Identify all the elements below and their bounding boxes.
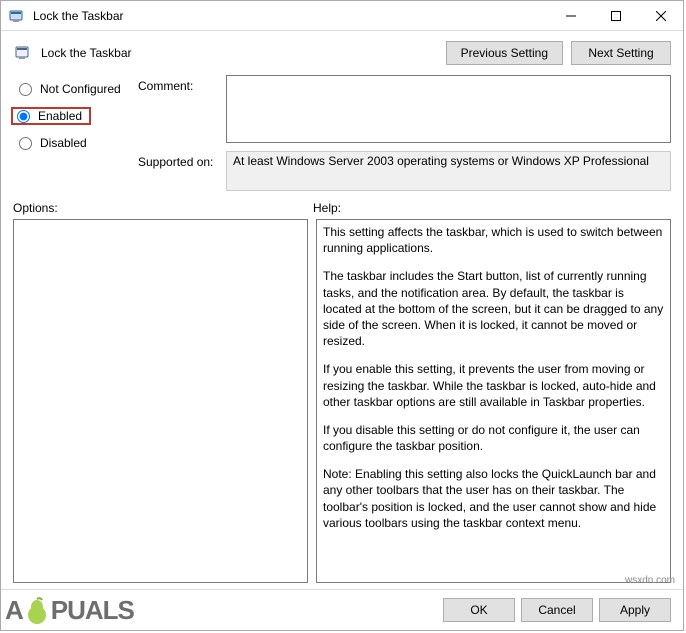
policy-name: Lock the Taskbar bbox=[41, 46, 132, 60]
cancel-button[interactable]: Cancel bbox=[521, 598, 593, 622]
radio-disabled-label: Disabled bbox=[40, 136, 87, 150]
content-area: Lock the Taskbar Previous Setting Next S… bbox=[1, 31, 683, 589]
help-paragraph: If you enable this setting, it prevents … bbox=[323, 361, 664, 410]
help-paragraph: This setting affects the taskbar, which … bbox=[323, 224, 664, 256]
close-button[interactable] bbox=[638, 1, 683, 30]
options-label: Options: bbox=[13, 201, 313, 215]
header-row: Lock the Taskbar Previous Setting Next S… bbox=[13, 41, 671, 65]
apply-button[interactable]: Apply bbox=[599, 598, 671, 622]
radio-not-configured[interactable]: Not Configured bbox=[13, 81, 128, 97]
state-radio-group: Not Configured Enabled Disabled bbox=[13, 75, 128, 191]
window-title: Lock the Taskbar bbox=[33, 9, 124, 23]
previous-setting-button[interactable]: Previous Setting bbox=[446, 41, 563, 65]
next-setting-button[interactable]: Next Setting bbox=[571, 41, 671, 65]
radio-not-configured-input[interactable] bbox=[19, 83, 32, 96]
window-controls bbox=[548, 1, 683, 30]
help-paragraph: The taskbar includes the Start button, l… bbox=[323, 268, 664, 349]
comment-label: Comment: bbox=[138, 75, 218, 93]
ok-button[interactable]: OK bbox=[443, 598, 515, 622]
app-icon bbox=[7, 6, 27, 26]
radio-disabled[interactable]: Disabled bbox=[13, 135, 128, 151]
options-panel bbox=[13, 219, 308, 583]
radio-enabled[interactable]: Enabled bbox=[11, 107, 91, 125]
radio-enabled-input[interactable] bbox=[17, 110, 30, 123]
radio-not-configured-label: Not Configured bbox=[40, 82, 121, 96]
titlebar: Lock the Taskbar bbox=[1, 1, 683, 31]
lower-labels-row: Options: Help: bbox=[13, 201, 671, 215]
lower-split: This setting affects the taskbar, which … bbox=[13, 219, 671, 583]
supported-on-text bbox=[226, 151, 671, 191]
supported-label: Supported on: bbox=[138, 151, 218, 169]
radio-enabled-label: Enabled bbox=[38, 109, 82, 123]
help-paragraph: If you disable this setting or do not co… bbox=[323, 422, 664, 454]
supported-row: Supported on: bbox=[138, 151, 671, 191]
comment-row: Comment: bbox=[138, 75, 671, 143]
minimize-button[interactable] bbox=[548, 1, 593, 30]
radio-disabled-input[interactable] bbox=[19, 137, 32, 150]
comment-textarea[interactable] bbox=[226, 75, 671, 143]
help-label: Help: bbox=[313, 201, 341, 215]
dialog-footer: OK Cancel Apply bbox=[1, 589, 683, 630]
help-paragraph: Note: Enabling this setting also locks t… bbox=[323, 466, 664, 531]
dialog-window: Lock the Taskbar Lock th bbox=[0, 0, 684, 631]
config-row: Not Configured Enabled Disabled Comment: bbox=[13, 75, 671, 191]
policy-icon bbox=[13, 43, 33, 63]
details-column: Comment: Supported on: bbox=[138, 75, 671, 191]
maximize-button[interactable] bbox=[593, 1, 638, 30]
help-panel: This setting affects the taskbar, which … bbox=[316, 219, 671, 583]
